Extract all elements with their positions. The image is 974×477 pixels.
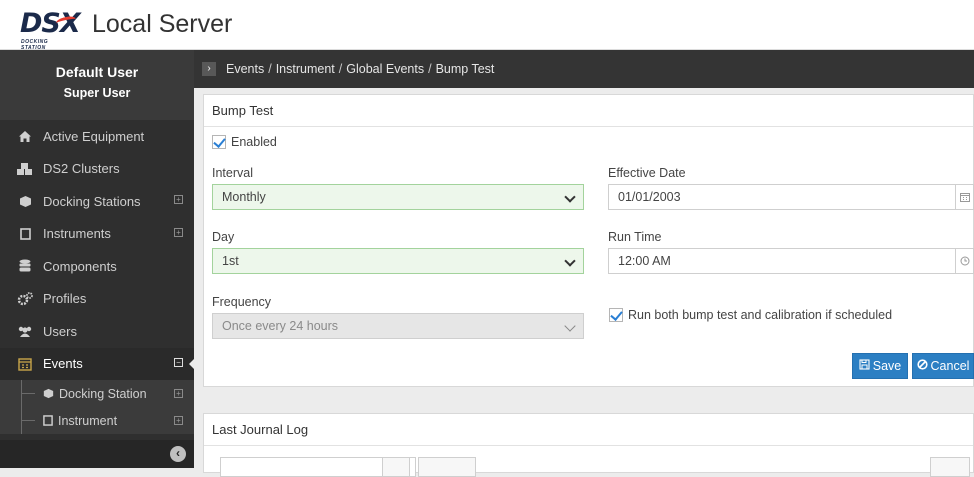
breadcrumb-item[interactable]: Events: [226, 62, 264, 76]
app-title: Local Server: [92, 10, 233, 38]
breadcrumb-separator: /: [268, 62, 272, 76]
breadcrumb-current: Bump Test: [435, 62, 495, 76]
ban-icon: [916, 359, 928, 373]
run-time-value: 12:00 AM: [618, 254, 671, 268]
expand-icon[interactable]: +: [174, 389, 183, 398]
cancel-label: Cancel: [930, 359, 970, 373]
sidebar-subitem-label: Docking Station: [59, 386, 147, 401]
tree-branch: [21, 393, 35, 394]
sidebar-item-users[interactable]: Users: [0, 315, 194, 348]
expand-icon[interactable]: +: [174, 195, 183, 204]
breadcrumb-separator: /: [428, 62, 432, 76]
run-time-field[interactable]: 12:00 AM: [608, 248, 974, 274]
effective-date-value: 01/01/2003: [618, 190, 681, 204]
save-button[interactable]: Save: [852, 353, 908, 379]
day-value: 1st: [222, 254, 239, 268]
journal-search-button[interactable]: [382, 457, 410, 477]
journal-page-size-button[interactable]: [418, 457, 476, 477]
sidebar-item-label: Users: [43, 323, 77, 339]
collapse-sidebar-icon[interactable]: ‹: [170, 446, 186, 462]
frequency-label: Frequency: [212, 295, 272, 309]
breadcrumb-item[interactable]: Instrument: [276, 62, 335, 76]
breadcrumb-separator: /: [338, 62, 343, 76]
sidebar-item-events[interactable]: Events −: [0, 347, 195, 380]
cube-icon: [17, 193, 33, 209]
top-bar: DSX DOCKING STATION Local Server: [0, 0, 974, 51]
menu-toggle-icon[interactable]: ›: [202, 62, 216, 76]
database-icon: [17, 258, 33, 274]
sidebar-item-label: DS2 Clusters: [43, 161, 120, 177]
sidebar-item-profiles[interactable]: Profiles: [0, 283, 194, 316]
sidebar-footer: ‹: [0, 440, 194, 468]
panel-title: Last Journal Log: [204, 414, 973, 446]
tree-branch: [21, 420, 35, 421]
chevron-down-icon: [564, 191, 576, 203]
sidebar-item-label: Events: [43, 356, 83, 372]
bump-test-panel: Bump Test Enabled Interval Monthly Effec…: [203, 94, 974, 387]
sidebar-item-label: Active Equipment: [43, 128, 145, 144]
frequency-value: Once every 24 hours: [222, 319, 339, 333]
sidebar: Default User Super User Active Equipment…: [0, 50, 195, 468]
journal-log-panel: Last Journal Log: [203, 413, 974, 477]
cube-icon: [43, 388, 54, 399]
checkbox-checked-icon[interactable]: [212, 135, 226, 149]
enabled-checkbox[interactable]: Enabled: [212, 135, 277, 149]
journal-export-button[interactable]: [930, 457, 970, 477]
cancel-button[interactable]: Cancel: [912, 353, 974, 379]
sidebar-item-ds2-clusters[interactable]: DS2 Clusters: [0, 153, 194, 186]
save-label: Save: [872, 359, 902, 373]
breadcrumb-item[interactable]: Global Events: [346, 62, 424, 76]
frequency-select: Once every 24 hours: [212, 313, 584, 339]
sidebar-item-components[interactable]: Components: [0, 250, 194, 283]
sidebar-item-label: Profiles: [43, 291, 87, 307]
active-indicator: [189, 357, 195, 370]
users-icon: [17, 323, 33, 339]
chevron-down-icon: [564, 320, 576, 332]
checkbox-checked-icon[interactable]: [609, 308, 623, 322]
sidebar-item-label: Components: [43, 258, 117, 274]
user-role: Super User: [63, 86, 131, 100]
run-both-label: Run both bump test and calibration if sc…: [628, 308, 893, 322]
sidebar-subitem-instrument[interactable]: Instrument +: [0, 407, 194, 434]
sidebar-item-docking-stations[interactable]: Docking Stations +: [0, 185, 194, 218]
day-select[interactable]: 1st: [212, 248, 584, 274]
sidebar-subitem-docking-station[interactable]: Docking Station +: [0, 380, 194, 407]
day-label: Day: [212, 230, 235, 244]
interval-value: Monthly: [222, 190, 266, 204]
enabled-label: Enabled: [231, 135, 277, 149]
effective-date-field[interactable]: 01/01/2003: [608, 184, 974, 210]
collapse-icon[interactable]: −: [174, 357, 183, 367]
effective-date-label: Effective Date: [608, 166, 686, 180]
home-icon: [17, 128, 33, 144]
sidebar-item-instruments[interactable]: Instruments +: [0, 218, 194, 251]
calendar-icon: [17, 356, 33, 372]
sidebar-item-label: Docking Stations: [43, 193, 141, 209]
breadcrumb: › Events / Instrument / Global Events / …: [194, 50, 974, 88]
interval-label: Interval: [212, 166, 253, 180]
user-name: Default User: [55, 64, 139, 80]
user-panel: Default User Super User: [0, 50, 194, 120]
square-icon: [17, 226, 33, 242]
expand-icon[interactable]: +: [174, 416, 183, 425]
chevron-down-icon: [564, 255, 576, 267]
run-both-checkbox[interactable]: Run both bump test and calibration if sc…: [609, 308, 892, 322]
panel-title: Bump Test: [204, 95, 973, 127]
calendar-icon[interactable]: [955, 185, 973, 209]
run-time-label: Run Time: [608, 230, 662, 244]
sidebar-subitem-label: Instrument: [58, 413, 118, 428]
events-submenu: Docking Station + Instrument +: [0, 380, 194, 434]
clock-icon[interactable]: [955, 249, 973, 273]
cubes-icon: [17, 161, 33, 177]
sidebar-item-label: Instruments: [43, 226, 111, 242]
cogs-icon: [17, 291, 33, 307]
save-icon: [859, 359, 870, 373]
expand-icon[interactable]: +: [174, 227, 183, 237]
square-icon: [43, 415, 53, 426]
sidebar-item-active-equipment[interactable]: Active Equipment: [0, 120, 194, 153]
interval-select[interactable]: Monthly: [212, 184, 584, 210]
